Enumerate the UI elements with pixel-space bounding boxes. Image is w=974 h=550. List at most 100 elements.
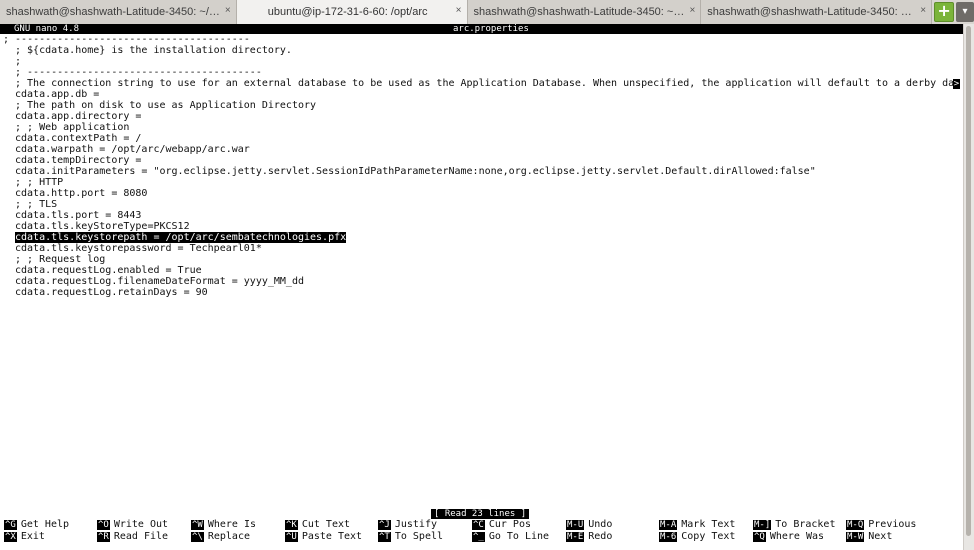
shortcut-label: To Spell <box>394 531 444 542</box>
terminal-tab-3[interactable]: shashwath@shashwath-Latitude-3450: ~/Dow… <box>467 0 702 24</box>
shortcut-go-to-line[interactable]: ^_ Go To Line <box>472 531 549 543</box>
vertical-scrollbar[interactable] <box>963 24 974 550</box>
shortcut-read-file[interactable]: ^R Read File <box>97 531 168 543</box>
shortcut-label: Redo <box>588 531 613 542</box>
shortcut-label: Copy Text <box>681 531 736 542</box>
shortcut-label: Next <box>868 531 893 542</box>
text-line: cdata.tls.keystorepassword = Techpearl01… <box>15 243 262 254</box>
shortcut-key: ^C <box>472 520 485 530</box>
terminal-tab-4[interactable]: shashwath@shashwath-Latitude-3450: ~/Doc… <box>701 0 933 24</box>
status-message: [ Read 23 lines ] <box>431 509 530 519</box>
shortcut-copy-text[interactable]: M-6 Copy Text <box>659 531 735 543</box>
text-line: ; <box>15 56 22 67</box>
text-line: cdata.app.db = <box>15 89 100 100</box>
shortcut-bar: ^G Get Help ^O Write Out ^W Where Is ^K Cut … <box>4 519 964 543</box>
shortcut-label: Get Help <box>20 519 70 530</box>
text-line: cdata.tempDirectory = <box>15 155 142 166</box>
shortcut-previous[interactable]: M-Q Previous <box>846 519 916 531</box>
line-truncation-marker: > <box>953 79 960 89</box>
terminal-tab-2-active[interactable]: ubuntu@ip-172-31-6-60: /opt/arc × <box>236 0 468 24</box>
shortcut-to-spell[interactable]: ^T To Spell <box>378 531 443 543</box>
terminal-tab-bar: shashwath@shashwath-Latitude-3450: ~/Dow… <box>0 0 974 25</box>
tab-menu-chevron-down-icon[interactable]: ▾ <box>956 2 974 22</box>
shortcut-key: ^X <box>4 532 17 542</box>
shortcut-label: Undo <box>588 519 613 530</box>
shortcut-get-help[interactable]: ^G Get Help <box>4 519 69 531</box>
text-line: ; --------------------------------------… <box>15 67 262 78</box>
shortcut-key: ^O <box>97 520 110 530</box>
nano-editor[interactable]: GNU nano 4.8 arc.properties ; ----------… <box>0 24 974 550</box>
shortcut-label: Previous <box>868 519 917 530</box>
scrollbar-thumb[interactable] <box>966 26 971 536</box>
shortcut-key: M-Q <box>846 520 865 530</box>
shortcut-key: ^Q <box>753 532 766 542</box>
shortcut-paste-text[interactable]: ^U Paste Text <box>285 531 362 543</box>
text-line: ; ; HTTP <box>15 177 64 188</box>
tab-label: ubuntu@ip-172-31-6-60: /opt/arc <box>267 6 428 18</box>
shortcut-key: ^W <box>191 520 204 530</box>
close-icon[interactable]: × <box>225 5 231 16</box>
shortcut-write-out[interactable]: ^O Write Out <box>97 519 168 531</box>
shortcut-next[interactable]: M-W Next <box>846 531 892 543</box>
text-line: cdata.initParameters = "org.eclipse.jett… <box>15 166 816 177</box>
shortcut-key: ^T <box>378 532 391 542</box>
text-line: ; ; Request log <box>15 254 106 265</box>
close-icon[interactable]: × <box>689 5 695 16</box>
close-icon[interactable]: × <box>456 5 462 16</box>
terminal-tab-1[interactable]: shashwath@shashwath-Latitude-3450: ~/Dow… <box>0 0 237 24</box>
text-line: cdata.tls.port = 8443 <box>15 210 142 221</box>
shortcut-label: Read File <box>113 531 169 542</box>
shortcut-mark-text[interactable]: M-A Mark Text <box>659 519 735 531</box>
text-line: cdata.contextPath = / <box>15 133 142 144</box>
shortcut-label: Where Was <box>769 531 825 542</box>
shortcut-key: M-E <box>566 532 585 542</box>
shortcut-where-is[interactable]: ^W Where Is <box>191 519 256 531</box>
shortcut-cut-text[interactable]: ^K Cut Text <box>285 519 350 531</box>
nano-title-bar: GNU nano 4.8 arc.properties <box>0 24 964 34</box>
shortcut-label: Justify <box>394 519 437 530</box>
shortcut-key: M-6 <box>659 532 678 542</box>
shortcut-exit[interactable]: ^X Exit <box>4 531 45 543</box>
text-line: ; --------------------------------------… <box>3 34 250 45</box>
shortcut-replace[interactable]: ^\ Replace <box>191 531 250 543</box>
text-line: ; ; Web application <box>15 122 130 133</box>
shortcut-key: ^_ <box>472 532 485 542</box>
text-line: cdata.requestLog.enabled = True <box>15 265 202 276</box>
shortcut-label: Exit <box>20 531 45 542</box>
text-line-content: ; The connection string to use for an ex… <box>15 78 960 89</box>
shortcut-label: Where Is <box>207 519 257 530</box>
file-content[interactable]: ; --------------------------------------… <box>0 34 960 298</box>
text-line: cdata.warpath = /opt/arc/webapp/arc.war <box>15 144 250 155</box>
shortcut-label: Replace <box>207 531 250 542</box>
text-line-selected: cdata.tls.keystorepath = /opt/arc/sembat… <box>0 232 960 243</box>
selected-text: cdata.tls.keystorepath = /opt/arc/sembat… <box>15 232 347 243</box>
text-line-truncated: ; The connection string to use for an ex… <box>0 78 960 89</box>
shortcut-to-bracket[interactable]: M-] To Bracket <box>753 519 835 531</box>
new-tab-plus-icon[interactable]: + <box>934 2 955 22</box>
text-line: cdata.app.directory = <box>15 111 142 122</box>
text-line: cdata.tls.keyStoreType=PKCS12 <box>15 221 190 232</box>
shortcut-key: ^R <box>97 532 110 542</box>
shortcut-where-was[interactable]: ^Q Where Was <box>753 531 824 543</box>
tab-label: shashwath@shashwath-Latitude-3450: ~/Dow… <box>6 6 222 18</box>
shortcut-label: To Bracket <box>775 519 836 530</box>
text-line: ; The path on disk to use as Application… <box>15 100 317 111</box>
shortcut-label: Paste Text <box>301 531 363 542</box>
shortcut-undo[interactable]: M-U Undo <box>566 519 612 531</box>
text-line: cdata.requestLog.retainDays = 90 <box>15 287 208 298</box>
tab-label: shashwath@shashwath-Latitude-3450: ~/Dow… <box>473 6 687 18</box>
close-icon[interactable]: × <box>920 5 926 16</box>
shortcut-key: M-A <box>659 520 678 530</box>
shortcut-row-1: ^G Get Help ^O Write Out ^W Where Is ^K Cut … <box>4 519 964 531</box>
shortcut-label: Go To Line <box>488 531 550 542</box>
text-line: cdata.http.port = 8080 <box>15 188 148 199</box>
text-line: ; ; TLS <box>15 199 58 210</box>
shortcut-cur-pos[interactable]: ^C Cur Pos <box>472 519 531 531</box>
shortcut-row-2: ^X Exit ^R Read File ^\ Replace ^U Paste Tex… <box>4 531 964 543</box>
nano-version: GNU nano 4.8 <box>14 24 80 34</box>
shortcut-redo[interactable]: M-E Redo <box>566 531 612 543</box>
shortcut-key: ^U <box>285 532 298 542</box>
shortcut-key: M-W <box>846 532 865 542</box>
tab-label: shashwath@shashwath-Latitude-3450: ~/Doc… <box>707 6 918 18</box>
shortcut-justify[interactable]: ^J Justify <box>378 519 437 531</box>
